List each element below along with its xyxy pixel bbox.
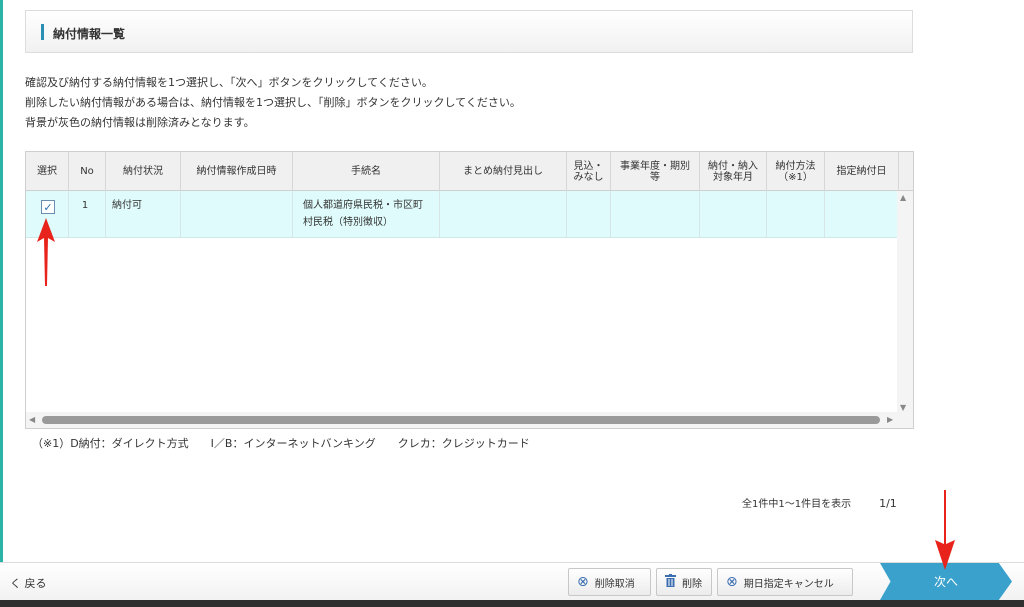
undelete-button[interactable]: ⊗ 削除取消 bbox=[568, 568, 651, 596]
cell-target bbox=[700, 191, 767, 238]
cell-no: 1 bbox=[69, 191, 106, 238]
col-select: 選択 bbox=[26, 152, 69, 191]
cancel-date-label: 期日指定キャンセル bbox=[743, 578, 834, 590]
undelete-label: 削除取消 bbox=[594, 578, 635, 590]
cell-created bbox=[181, 191, 293, 238]
trash-icon bbox=[665, 573, 676, 591]
instructions: 確認及び納付する納付情報を1つ選択し、「次へ」ボタンをクリックしてください。 削… bbox=[25, 73, 521, 133]
select-checkbox[interactable]: ✓ bbox=[41, 200, 55, 214]
cell-estimate bbox=[567, 191, 611, 238]
instruction-line: 背景が灰色の納付情報は削除済みとなります。 bbox=[25, 116, 255, 129]
instruction-line: 削除したい納付情報がある場合は、納付情報を1つ選択し、「削除」ボタンをクリックし… bbox=[25, 96, 521, 109]
scroll-left-icon[interactable]: ◀ bbox=[29, 415, 35, 424]
scroll-up-icon[interactable]: ▲ bbox=[900, 193, 906, 202]
pagination: 全1件中1～1件目を表示 1/1 bbox=[742, 495, 897, 510]
col-fiscal: 事業年度・期別 等 bbox=[611, 152, 700, 191]
annotation-arrow-up-icon bbox=[37, 218, 55, 286]
annotation-arrow-down-icon bbox=[935, 490, 955, 570]
vertical-scrollbar[interactable]: ▲ ▼ bbox=[897, 191, 913, 414]
table-row[interactable]: ✓ 1 納付可 個人都道府県民税・市区町 村民税（特別徴収） bbox=[26, 191, 899, 238]
cell-procedure: 個人都道府県民税・市区町 村民税（特別徴収） bbox=[293, 191, 440, 238]
col-target: 納付・納入 対象年月 bbox=[700, 152, 767, 191]
cell-fiscal bbox=[611, 191, 700, 238]
circle-x-icon: ⊗ bbox=[726, 574, 738, 590]
procedure-line: 村民税（特別徴収） bbox=[303, 217, 393, 228]
col-spacer bbox=[899, 152, 913, 191]
footer-bar: く 戻る ⊗ 削除取消 削除 ⊗ 期日指定キャンセル bbox=[0, 562, 1024, 600]
pagination-summary: 全1件中1～1件目を表示 bbox=[742, 499, 852, 510]
cell-method bbox=[767, 191, 825, 238]
horizontal-scrollbar[interactable]: ◀ ▶ bbox=[26, 412, 913, 428]
col-summary: まとめ納付見出し bbox=[440, 152, 567, 191]
scroll-thumb[interactable] bbox=[42, 416, 880, 424]
pagination-page: 1/1 bbox=[879, 497, 897, 510]
payment-info-table: 選択 No 納付状況 納付情報作成日時 手続名 まとめ納付見出し 見込・ みなし… bbox=[25, 151, 914, 429]
left-accent-rail bbox=[0, 0, 3, 568]
cell-date bbox=[825, 191, 899, 238]
cell-status: 納付可 bbox=[106, 191, 181, 238]
cell-summary bbox=[440, 191, 567, 238]
col-status: 納付状況 bbox=[106, 152, 181, 191]
circle-x-icon: ⊗ bbox=[577, 574, 589, 590]
section-header: 納付情報一覧 bbox=[25, 10, 913, 53]
cancel-scheduled-date-button[interactable]: ⊗ 期日指定キャンセル bbox=[717, 568, 853, 596]
bottom-dark-bar bbox=[0, 600, 1024, 607]
instruction-line: 確認及び納付する納付情報を1つ選択し、「次へ」ボタンをクリックしてください。 bbox=[25, 76, 433, 89]
col-date: 指定納付日 bbox=[825, 152, 899, 191]
table-header: 選択 No 納付状況 納付情報作成日時 手続名 まとめ納付見出し 見込・ みなし… bbox=[26, 152, 913, 191]
col-created: 納付情報作成日時 bbox=[181, 152, 293, 191]
payment-method-legend: （※1）D納付：ダイレクト方式 I／B：インターネットバンキング クレカ：クレジ… bbox=[32, 437, 530, 450]
scroll-down-icon[interactable]: ▼ bbox=[900, 403, 906, 412]
scroll-right-icon[interactable]: ▶ bbox=[887, 415, 893, 424]
delete-button[interactable]: 削除 bbox=[656, 568, 712, 596]
col-no: No bbox=[69, 152, 106, 191]
procedure-line: 個人都道府県民税・市区町 bbox=[303, 200, 423, 211]
section-title: 納付情報一覧 bbox=[53, 27, 126, 41]
col-procedure: 手続名 bbox=[293, 152, 440, 191]
delete-label: 削除 bbox=[682, 578, 702, 590]
back-button[interactable]: く 戻る bbox=[10, 575, 47, 591]
col-method: 納付方法 （※1） bbox=[767, 152, 825, 191]
section-header-bar bbox=[41, 24, 44, 40]
col-estimate: 見込・ みなし bbox=[567, 152, 611, 191]
